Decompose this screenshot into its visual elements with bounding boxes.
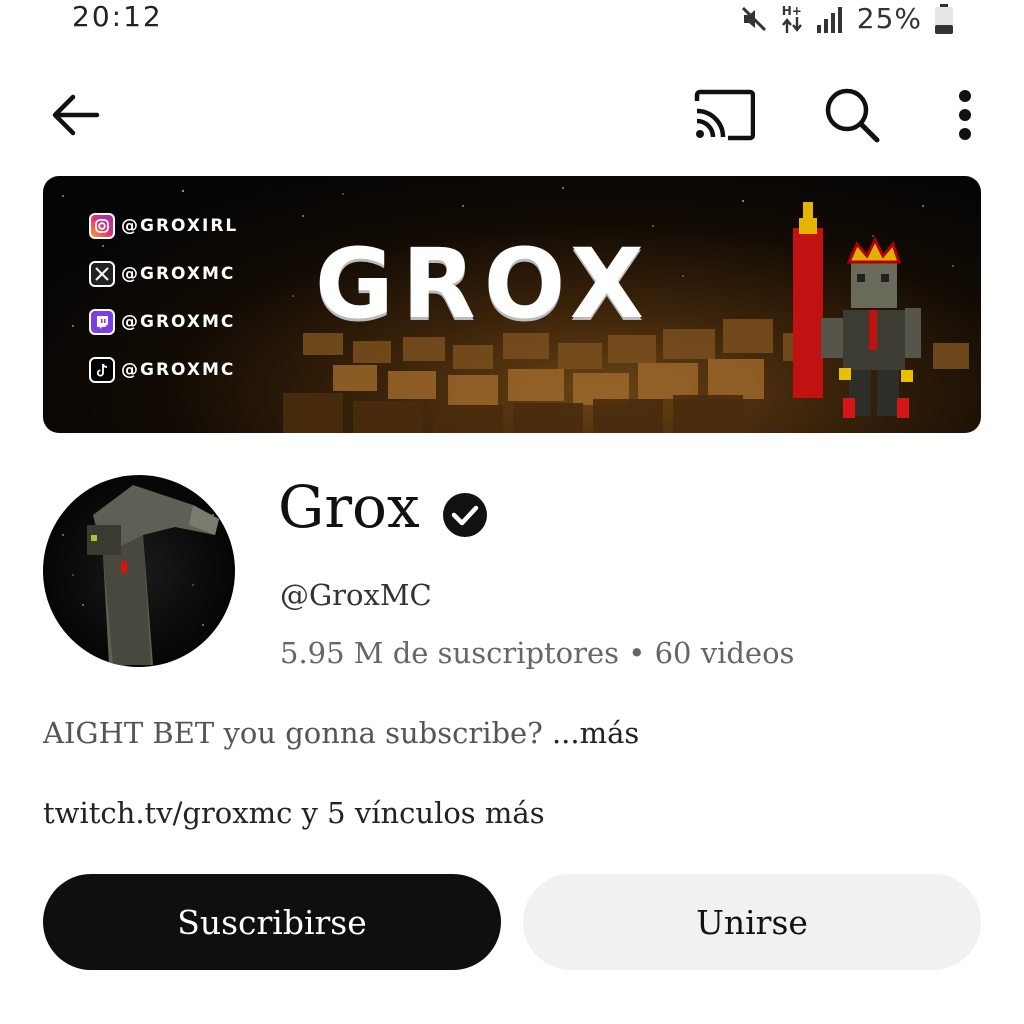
back-button[interactable] bbox=[40, 80, 110, 150]
status-time: 20:12 bbox=[72, 0, 163, 33]
status-bar: 20:12 H+ 25% bbox=[0, 0, 1024, 40]
data-arrows-icon: H+ bbox=[781, 5, 803, 33]
banner-social-handle: @GROXMC bbox=[121, 360, 236, 380]
battery-percent: 25% bbox=[856, 2, 922, 35]
banner-character-image bbox=[793, 202, 921, 418]
banner-social-handle: @GROXMC bbox=[121, 312, 236, 332]
back-arrow-icon bbox=[52, 94, 100, 136]
banner-social-tiktok: @GROXMC bbox=[89, 356, 238, 384]
more-vert-icon bbox=[959, 90, 971, 140]
instagram-icon bbox=[89, 213, 115, 239]
description-more-link[interactable]: ...más bbox=[552, 716, 639, 750]
twitch-icon bbox=[89, 309, 115, 335]
banner-social-list: @GROXIRL @GROXMC @GROXMC @GROXMC bbox=[89, 212, 238, 384]
mute-icon bbox=[739, 4, 769, 34]
x-logo-icon bbox=[89, 261, 115, 287]
cast-icon bbox=[694, 89, 755, 141]
banner-social-twitch: @GROXMC bbox=[89, 308, 238, 336]
channel-banner[interactable]: @GROXIRL @GROXMC @GROXMC @GROXMC GROX bbox=[43, 176, 981, 433]
join-button[interactable]: Unirse bbox=[523, 874, 981, 970]
channel-handle: @GroxMC bbox=[280, 578, 432, 612]
channel-description[interactable]: AIGHT BET you gonna subscribe? ...más bbox=[43, 716, 639, 750]
channel-description-text: AIGHT BET you gonna subscribe? bbox=[43, 716, 543, 750]
channel-stats: 5.95 M de suscriptores • 60 videos bbox=[280, 636, 795, 670]
subscribe-button[interactable]: Suscribirse bbox=[43, 874, 501, 970]
tiktok-icon bbox=[89, 357, 115, 383]
network-type-label: H+ bbox=[781, 3, 802, 18]
more-options-button[interactable] bbox=[940, 80, 990, 150]
search-button[interactable] bbox=[816, 80, 888, 150]
banner-social-x: @GROXMC bbox=[89, 260, 238, 288]
channel-links[interactable]: twitch.tv/groxmc y 5 vínculos más bbox=[43, 796, 545, 830]
status-icons: H+ 25% bbox=[739, 2, 954, 35]
cast-button[interactable] bbox=[688, 80, 760, 150]
banner-title: GROX bbox=[315, 228, 652, 340]
battery-icon bbox=[934, 3, 954, 34]
banner-social-handle: @GROXIRL bbox=[121, 216, 239, 236]
signal-icon bbox=[815, 5, 845, 33]
banner-social-handle: @GROXMC bbox=[121, 264, 236, 284]
search-icon bbox=[825, 88, 880, 143]
channel-avatar[interactable] bbox=[43, 475, 235, 667]
verified-badge-icon bbox=[443, 493, 487, 537]
avatar-character-image bbox=[62, 485, 219, 665]
banner-social-instagram: @GROXIRL bbox=[89, 212, 238, 240]
channel-name: Grox bbox=[278, 473, 420, 541]
top-app-bar bbox=[0, 70, 1024, 154]
